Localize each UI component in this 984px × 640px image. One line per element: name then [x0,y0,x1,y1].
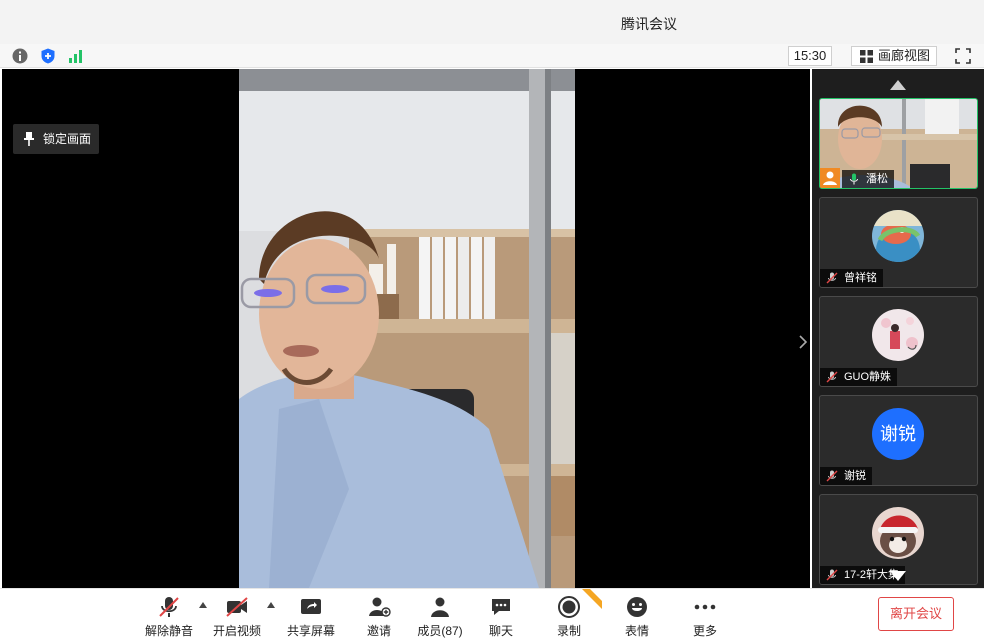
camera-off-icon [226,597,248,617]
participant-tile[interactable]: 谢锐 谢锐 [819,395,978,486]
gallery-view-label: 画廊视图 [878,48,931,63]
video-options-caret-icon[interactable] [266,601,276,609]
microphone-muted-icon [159,597,179,617]
lock-view-label: 锁定画面 [43,132,92,146]
reactions-button[interactable]: 表情 [605,593,669,639]
participant-avatar [872,507,924,559]
host-person-icon [823,171,837,185]
scroll-down-arrow-icon[interactable] [889,570,907,582]
meeting-time: 15:30 [788,46,832,66]
invite-button[interactable]: 邀请 [347,593,411,639]
lock-view-button[interactable]: 锁定画面 [13,124,99,154]
participant-name-tag: 谢锐 [820,467,872,485]
meeting-toolbar: 15:30 画廊视图 [0,44,984,68]
participant-name-tag: GUO静姝 [820,368,898,386]
emoji-face-icon [627,597,647,617]
more-dots-icon [694,604,716,610]
participant-name-tag: 曾祥铭 [820,269,883,287]
new-badge-icon [582,589,602,609]
record-icon [558,596,580,618]
chat-button[interactable]: 聊天 [469,593,533,639]
start-video-button[interactable]: 开启视频 [205,593,269,639]
meeting-controls-bar: 解除静音 开启视频 共享屏幕 邀请 成员(87) 聊天 录制 表情 更多 离开会… [0,588,984,640]
reactions-label: 表情 [624,624,649,638]
main-video-area[interactable]: 锁定画面 [2,69,810,588]
microphone-muted-icon [826,371,838,383]
microphone-icon [850,173,858,185]
participant-panel: 潘松 曾祥铭 GUO静姝 谢锐 谢锐 17-2轩大集 [799,69,984,588]
invite-person-icon [369,597,391,617]
unmute-button[interactable]: 解除静音 [137,593,201,639]
start-video-label: 开启视频 [212,624,261,638]
members-button[interactable]: 成员(87) [408,593,472,639]
participant-avatar: 谢锐 [872,408,924,460]
host-badge [820,168,840,188]
scroll-up-arrow-icon[interactable] [889,79,907,91]
participant-name: 谢锐 [844,470,866,482]
pin-icon [24,132,34,146]
chat-label: 聊天 [488,624,513,638]
share-screen-icon [301,599,321,614]
more-button[interactable]: 更多 [673,593,737,639]
microphone-muted-icon [826,569,838,581]
gallery-view-button[interactable]: 画廊视图 [851,46,937,66]
window-title: 腾讯会议 [621,16,677,32]
info-icon[interactable] [11,47,29,65]
chevron-right-icon[interactable] [798,334,808,350]
participant-name: GUO静姝 [844,371,892,383]
grid-icon [860,50,873,63]
shield-icon[interactable] [39,47,57,65]
microphone-muted-icon [826,272,838,284]
participant-avatar [872,210,924,262]
share-screen-button[interactable]: 共享屏幕 [279,593,343,639]
members-label: 成员(87) [417,624,463,638]
title-bar: 腾讯会议 [0,0,984,44]
participant-tile[interactable]: 曾祥铭 [819,197,978,288]
participant-name-tag: 潘松 [842,170,894,188]
participant-name: 曾祥铭 [844,272,877,284]
share-screen-label: 共享屏幕 [286,624,335,638]
chat-bubble-icon [492,599,510,615]
record-label: 录制 [556,624,581,638]
members-icon [431,597,449,617]
more-label: 更多 [692,624,717,638]
invite-label: 邀请 [366,624,391,638]
participant-tile[interactable]: 潘松 [819,98,978,189]
leave-meeting-button[interactable]: 离开会议 [878,597,954,631]
participant-name: 潘松 [866,173,888,185]
participant-avatar [872,309,924,361]
fullscreen-icon[interactable] [954,47,972,65]
participant-tile[interactable]: GUO静姝 [819,296,978,387]
unmute-label: 解除静音 [144,624,193,638]
speaker-video-feed [239,69,575,588]
microphone-muted-icon [826,470,838,482]
signal-icon[interactable] [67,47,85,65]
